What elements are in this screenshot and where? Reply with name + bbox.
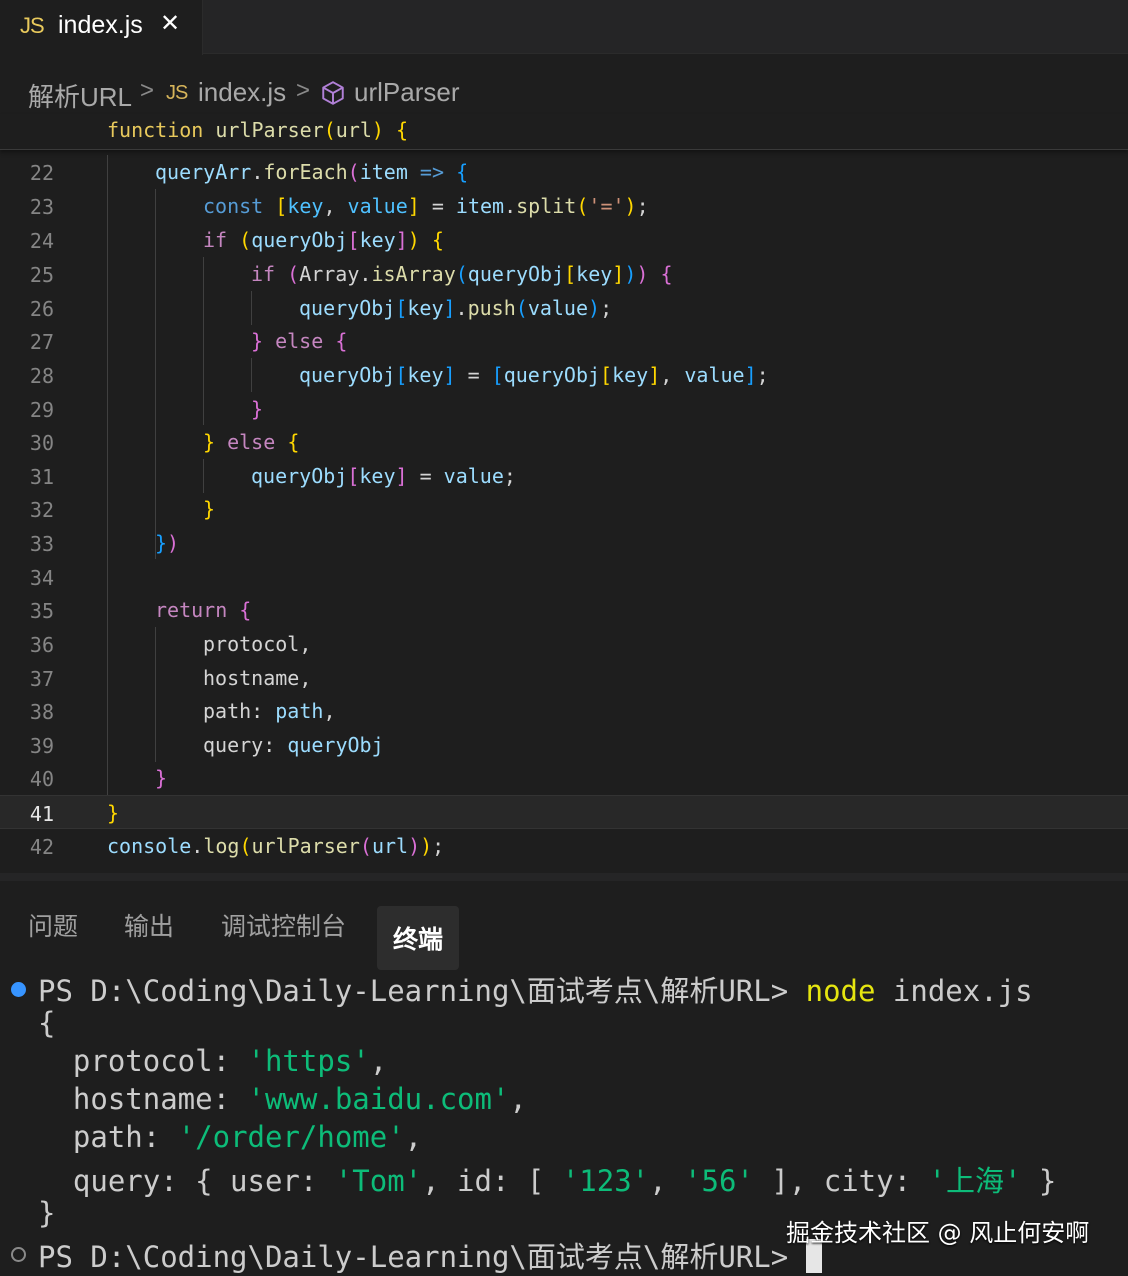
close-icon[interactable]: ✕	[160, 9, 180, 37]
code-line[interactable]: 34	[0, 560, 1128, 594]
sticky-code: function urlParser(url) {	[107, 118, 409, 142]
line-number: 25	[29, 263, 54, 287]
code-line[interactable]: 27 } else {	[0, 324, 1128, 358]
line-number: 38	[29, 700, 54, 724]
code-line[interactable]: 31 queryObj[key] = value;	[0, 459, 1128, 493]
line-number: 32	[29, 498, 54, 522]
code-line[interactable]: 42 console.log(urlParser(url));	[0, 829, 1128, 863]
code-line[interactable]: 24 if (queryObj[key]) {	[0, 223, 1128, 257]
line-number: 42	[29, 835, 54, 859]
code-line[interactable]: 30 } else {	[0, 425, 1128, 459]
terminal-line: path: '/order/home',	[38, 1120, 423, 1154]
breadcrumb-symbol[interactable]: urlParser	[354, 77, 459, 108]
tab-debug-console[interactable]: 调试控制台	[221, 907, 346, 943]
line-number: 40	[29, 767, 54, 791]
chevron-right-icon: >	[140, 77, 155, 104]
chevron-right-icon: >	[296, 77, 311, 104]
tab-index-js[interactable]: JS index.js ✕	[0, 0, 203, 55]
terminal-line: {	[38, 1006, 56, 1040]
code-line[interactable]: 35 return {	[0, 593, 1128, 627]
line-number: 26	[29, 297, 54, 321]
line-number: 36	[29, 633, 54, 657]
code-line[interactable]: 23 const [key, value] = item.split('=');	[0, 189, 1128, 223]
editor-tab-bar: JS index.js ✕	[0, 0, 1128, 55]
line-number: 37	[29, 667, 54, 691]
line-number: 24	[29, 229, 54, 253]
terminal-line: query: { user: 'Tom', id: [ '123', '56' …	[38, 1164, 1057, 1198]
sticky-scroll-header[interactable]: function urlParser(url) {	[0, 114, 1128, 150]
code-line[interactable]: 40 }	[0, 761, 1128, 795]
code-line[interactable]: 37 hostname,	[0, 661, 1128, 695]
watermark: 掘金技术社区 @ 风止何安啊	[786, 1219, 1090, 1247]
terminal-line: protocol: 'https',	[38, 1044, 388, 1078]
terminal-line: PS D:\Coding\Daily-Learning\面试考点\解析URL> …	[38, 974, 1033, 1008]
code-line[interactable]: 29 }	[0, 392, 1128, 426]
line-number: 23	[29, 195, 54, 219]
command-success-dot-icon[interactable]	[11, 982, 26, 997]
tab-output[interactable]: 输出	[124, 907, 174, 943]
terminal-line: hostname: 'www.baidu.com',	[38, 1082, 527, 1116]
code-line[interactable]: 39 query: queryObj	[0, 728, 1128, 762]
cube-icon	[322, 81, 344, 105]
line-number: 39	[29, 734, 54, 758]
code-line[interactable]: 33 })	[0, 526, 1128, 560]
line-number: 33	[29, 532, 54, 556]
tab-problems[interactable]: 问题	[28, 907, 78, 943]
tab-terminal[interactable]: 终端	[377, 906, 460, 970]
tab-filename: index.js	[58, 11, 143, 39]
line-number: 31	[29, 465, 54, 489]
javascript-file-icon: JS	[20, 13, 45, 38]
line-number: 41	[29, 802, 54, 826]
line-number: 22	[29, 161, 54, 185]
line-number: 34	[29, 566, 54, 590]
breadcrumb-file[interactable]: index.js	[198, 77, 286, 108]
breadcrumb: 解析URL > JS index.js > urlParser	[0, 68, 1128, 116]
code-line[interactable]: 26 queryObj[key].push(value);	[0, 291, 1128, 325]
code-line-current[interactable]: 41 }	[0, 795, 1128, 829]
line-number: 27	[29, 330, 54, 354]
line-number: 28	[29, 364, 54, 388]
line-number: 29	[29, 398, 54, 422]
code-line[interactable]: 32 }	[0, 492, 1128, 526]
code-line[interactable]: 28 queryObj[key] = [queryObj[key], value…	[0, 358, 1128, 392]
code-line[interactable]: 38 path: path,	[0, 694, 1128, 728]
line-number: 35	[29, 599, 54, 623]
line-number: 30	[29, 431, 54, 455]
command-pending-dot-icon[interactable]	[11, 1247, 26, 1262]
code-line[interactable]: 36 protocol,	[0, 627, 1128, 661]
breadcrumb-folder[interactable]: 解析URL	[28, 77, 132, 114]
code-line[interactable]: 25 if (Array.isArray(queryObj[key])) {	[0, 257, 1128, 291]
code-line[interactable]: 22 queryArr.forEach(item => {	[0, 155, 1128, 189]
javascript-file-icon: JS	[166, 82, 188, 104]
